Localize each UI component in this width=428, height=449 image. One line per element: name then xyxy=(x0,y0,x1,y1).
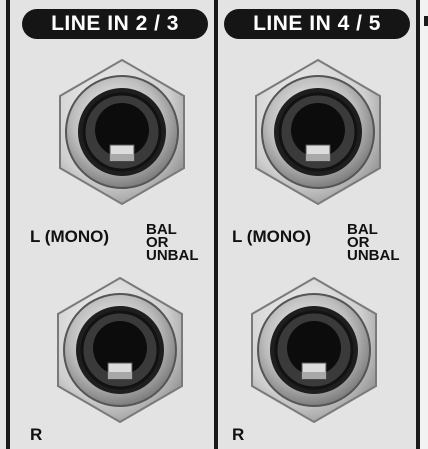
quarter-inch-jack-icon xyxy=(59,58,185,206)
mixer-panel: LINE IN 2 / 3 LINE IN 4 / 5 L (MONO) L (… xyxy=(0,0,428,449)
label-right: R xyxy=(232,425,245,444)
quarter-inch-jack-icon xyxy=(251,276,377,424)
panel-divider-middle xyxy=(214,0,218,449)
label-right: R xyxy=(30,425,43,444)
label-left-mono: L (MONO) xyxy=(30,227,110,246)
jack-line-in-2-3-left[interactable] xyxy=(47,57,197,207)
adjacent-panel-edge xyxy=(420,0,428,449)
label-left-mono: L (MONO) xyxy=(232,227,312,246)
jack-line-in-2-3-right[interactable] xyxy=(45,275,195,425)
bal-unbal-note: BAL OR UNBAL xyxy=(347,222,400,264)
bal-unbal-note: BAL OR UNBAL xyxy=(146,222,199,264)
note-line: UNBAL xyxy=(347,247,400,264)
note-line: UNBAL xyxy=(146,247,199,264)
jack-line-in-4-5-right[interactable] xyxy=(239,275,389,425)
jack-line-in-4-5-left[interactable] xyxy=(243,57,393,207)
header-line-in-2-3: LINE IN 2 / 3 xyxy=(22,9,208,39)
panel-divider-left xyxy=(6,0,10,449)
quarter-inch-jack-icon xyxy=(255,58,381,206)
quarter-inch-jack-icon xyxy=(57,276,183,424)
header-line-in-4-5: LINE IN 4 / 5 xyxy=(224,9,410,39)
adjacent-panel-mark xyxy=(424,16,428,26)
